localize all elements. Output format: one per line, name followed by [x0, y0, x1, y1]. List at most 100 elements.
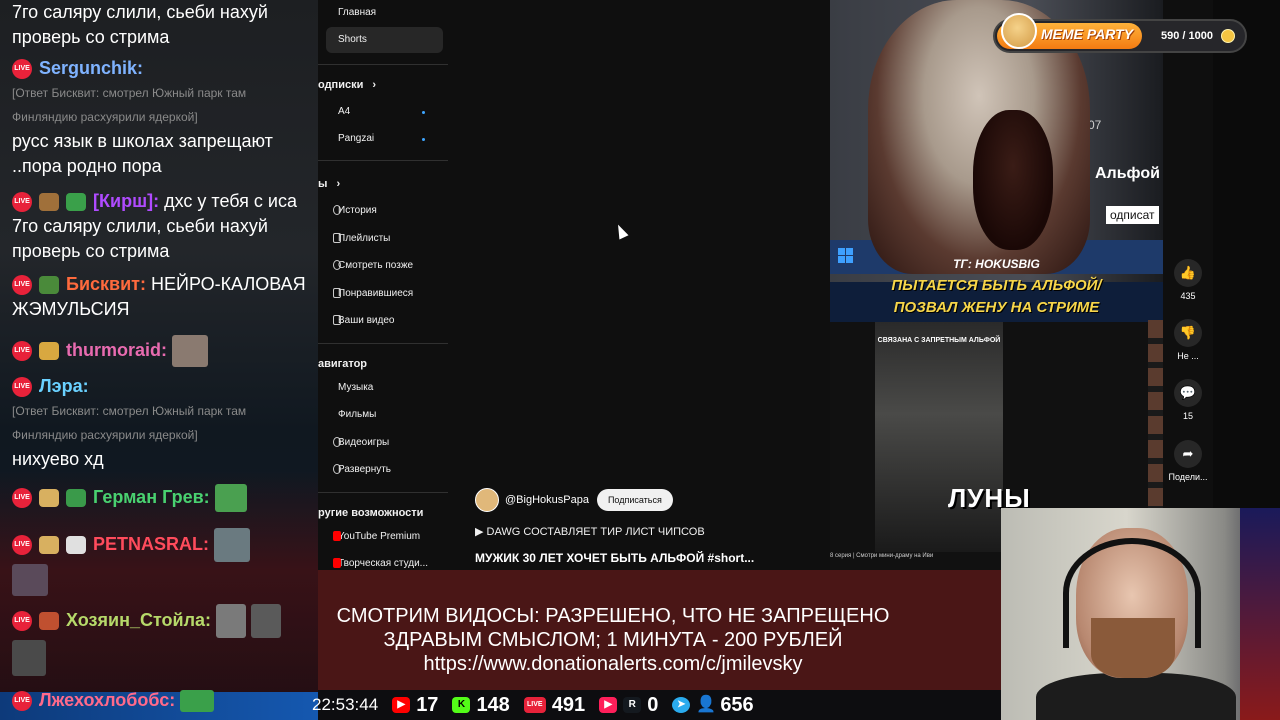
subscriptions-heading[interactable]: одписки ›	[318, 79, 376, 91]
sidebar-item-premium[interactable]: YouTube Premium	[333, 531, 420, 542]
chat-nick[interactable]: Герман Грев:	[93, 487, 210, 507]
chat-message: LIVE Герман Грев:	[12, 484, 312, 512]
more-heading: ругие возможности	[318, 507, 423, 519]
divider	[318, 343, 448, 344]
caption-line: ПОЗВАЛ ЖЕНУ НА СТРИМЕ	[893, 299, 1100, 316]
history-icon	[333, 205, 341, 215]
thumbs-up-icon	[333, 288, 341, 298]
heading-label: ругие возможности	[318, 507, 424, 519]
chat-nick[interactable]: Бисквит:	[66, 274, 146, 294]
sidebar-item-label: Понравившиеся	[338, 288, 414, 299]
sidebar-item-label: Ваши видео	[338, 315, 395, 326]
frog-emote-icon	[66, 489, 87, 507]
sidebar-item-label: Pangzai	[338, 133, 375, 144]
sidebar-item-pangzai[interactable]: Pangzai	[338, 133, 374, 144]
comment-count: 15	[1182, 411, 1193, 421]
chat-text: русс язык в школах запрещают ..пора родн…	[12, 131, 273, 176]
chat-nick[interactable]: [Кирш]:	[93, 191, 159, 211]
channel-row: @BigHokusPapa Подписаться	[475, 488, 673, 512]
chat-message: LIVE Бисквит: НЕЙРО-КАЛОВАЯ ЖЭМУЛЬСИЯ	[12, 272, 312, 322]
youtube-viewers: 17	[416, 693, 439, 716]
sidebar-item-watch-later[interactable]: Смотреть позже	[333, 260, 414, 271]
sidebar-item-home[interactable]: Главная	[338, 7, 376, 18]
banner-line: ЗДРАВЫМ СМЫСЛОМ; 1 МИНУТА - 200 РУБЛЕЙ	[383, 629, 843, 651]
banner-line: СМОТРИМ ВИДОСЫ: РАЗРЕШЕНО, ЧТО НЕ ЗАПРЕЩ…	[336, 605, 890, 627]
playlist-title: DAWG СОСТАВЛЯЕТ ТИР ЛИСТ ЧИПСОВ	[486, 526, 705, 538]
telegram-icon: ➤	[672, 697, 691, 713]
chat-nick[interactable]: Лжехохлобобс:	[39, 690, 175, 710]
sidebar-item-label: A4	[338, 106, 351, 117]
sidebar-item-label: Главная	[338, 7, 377, 18]
chat-nick[interactable]: Хозяин_Стойла:	[66, 610, 211, 630]
face-sticker-icon	[216, 604, 247, 638]
sidebar-item-playlists[interactable]: Плейлисты	[333, 233, 391, 244]
vk-live-icon: LIVE	[523, 697, 546, 713]
meme-party-label: MEME PARTY	[1041, 26, 1134, 42]
divider	[318, 492, 448, 493]
shorts-action-rail: 👍 435 👎 Не ... 💬 15 ➦ Подели...	[1163, 0, 1213, 510]
pepe-sticker-icon	[214, 484, 247, 512]
chat-nick[interactable]: thurmoraid:	[66, 340, 167, 360]
sidebar-item-expand[interactable]: Развернуть	[333, 464, 391, 475]
vk-live-viewers: 491	[551, 693, 586, 716]
sidebar-item-label: Видеоигры	[338, 437, 390, 448]
chat-message: LIVE Sergunchik: [Ответ Бисквит: смотрел…	[12, 56, 312, 179]
video-caption: ПЫТАЕТСЯ БЫТЬ АЛЬФОЙ/ ПОЗВАЛ ЖЕНУ НА СТР…	[830, 275, 1163, 319]
live-badge-icon: LIVE	[12, 488, 32, 508]
sidebar-item-a4[interactable]: A4	[338, 106, 350, 117]
kick-viewers: 148	[476, 693, 510, 716]
sidebar-item-music[interactable]: Музыка	[338, 382, 373, 393]
overlay-text: Альфой	[1095, 165, 1160, 182]
you-heading[interactable]: ы ›	[318, 178, 340, 190]
playlist-link[interactable]: ▶ DAWG СОСТАВЛЯЕТ ТИР ЛИСТ ЧИПСОВ	[475, 525, 705, 538]
heading-label: одписки	[318, 79, 364, 91]
chat-nick[interactable]: Sergunchik:	[39, 58, 143, 78]
face-sticker-icon	[251, 604, 282, 638]
share-icon: ➦	[1174, 440, 1202, 468]
subscribe-button[interactable]: Подписаться	[596, 489, 673, 511]
live-badge-icon: LIVE	[12, 275, 32, 296]
sidebar-item-liked[interactable]: Понравившиеся	[333, 288, 414, 299]
avatar[interactable]	[475, 488, 499, 512]
navigator-heading: авигатор	[318, 358, 367, 370]
skull-emote-icon	[66, 536, 87, 554]
share-button[interactable]: ➦ Подели...	[1163, 440, 1213, 482]
sidebar-item-label: Смотреть позже	[338, 260, 414, 271]
dislike-label: Не ...	[1177, 351, 1199, 361]
chat-nick[interactable]: PETNASRAL:	[93, 534, 209, 554]
play-icon: ▶	[475, 526, 484, 538]
sidebar-item-history[interactable]: История	[333, 205, 377, 216]
sidebar-item-label: История	[338, 205, 377, 216]
thumbs-up-icon: 👍	[1174, 259, 1202, 287]
thumbs-down-icon: 👎	[1174, 319, 1202, 347]
rutube-icon: R	[623, 697, 642, 713]
comments-button[interactable]: 💬 15	[1163, 379, 1213, 421]
meme-party-count: 590 / 1000	[1161, 30, 1213, 42]
sidebar-item-label: Плейлисты	[338, 233, 391, 244]
sidebar-item-studio[interactable]: Творческая студи...	[333, 558, 428, 569]
channel-name[interactable]: @BigHokusPapa	[505, 494, 589, 506]
face-sticker-icon	[214, 528, 251, 562]
heading-label: ы	[318, 178, 328, 190]
telegram-tag: ТГ: HOKUSBIG	[953, 257, 1040, 271]
donation-link[interactable]: https://www.donationalerts.com/c/jmilevs…	[318, 652, 908, 676]
chat-nick[interactable]: Лэра:	[39, 376, 89, 396]
overlay-text: одписат	[1106, 206, 1159, 224]
like-button[interactable]: 👍 435	[1163, 259, 1213, 301]
chat-message: LIVE Лэра: [Ответ Бисквит: смотрел Южный…	[12, 374, 312, 472]
embedded-caption: СВЯЗАНА С ЗАПРЕТНЫМ АЛЬФОЙ	[877, 337, 1001, 344]
youtube-studio-icon	[333, 558, 341, 568]
short-video[interactable]: 07 Альфой одписат ТГ: HOKUSBIG ПЫТАЕТСЯ …	[830, 0, 1163, 570]
coin-icon	[1221, 29, 1235, 43]
video-title[interactable]: МУЖИК 30 ЛЕТ ХОЧЕТ БЫТЬ АЛЬФОЙ #short...	[475, 551, 754, 565]
dislike-button[interactable]: 👎 Не ...	[1163, 319, 1213, 361]
sidebar-item-gaming[interactable]: Видеоигры	[333, 437, 390, 448]
chevron-right-icon: ›	[372, 79, 377, 91]
chevron-down-icon	[333, 464, 341, 474]
sidebar-item-shorts[interactable]: Shorts	[338, 34, 367, 45]
stream-chat: 7го саляру слили, сьеби нахуй проверь со…	[0, 0, 318, 720]
sidebar-item-your-videos[interactable]: Ваши видео	[333, 315, 395, 326]
sidebar-item-movies[interactable]: Фильмы	[338, 409, 376, 420]
live-badge-icon: LIVE	[12, 691, 32, 712]
video-icon	[333, 315, 341, 325]
